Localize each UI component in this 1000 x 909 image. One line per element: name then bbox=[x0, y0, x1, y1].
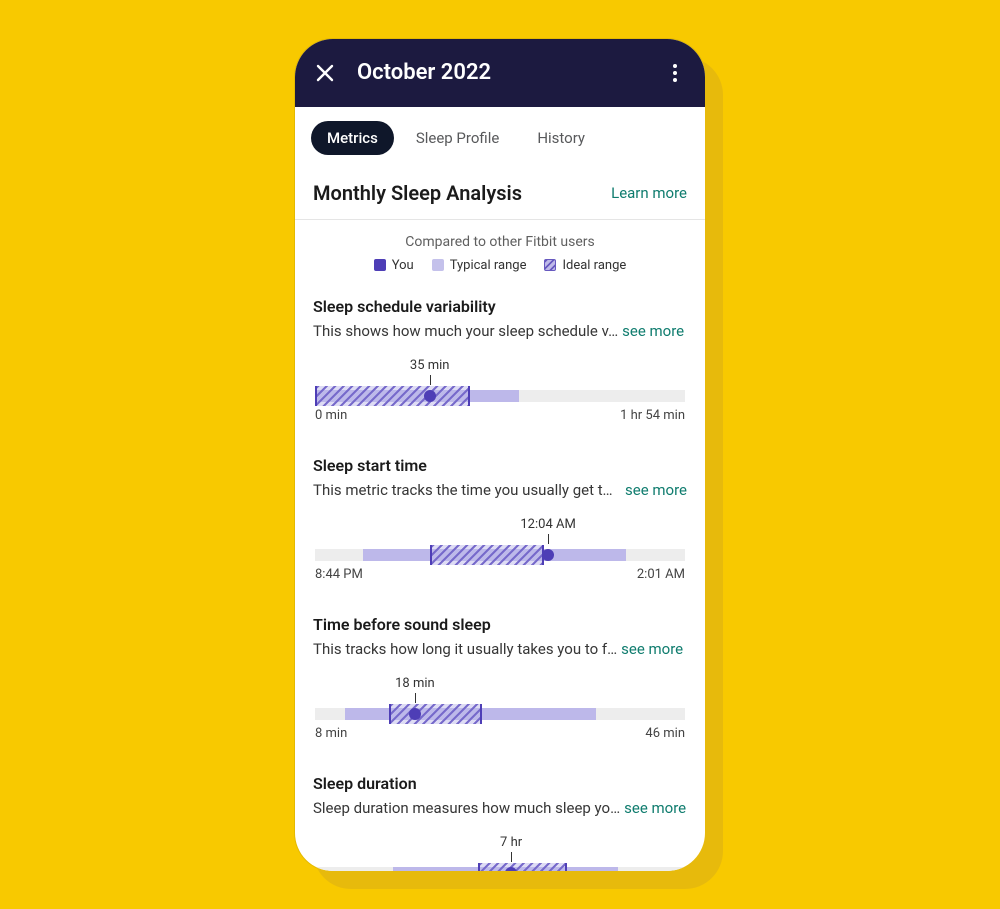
you-swatch-icon bbox=[374, 259, 386, 271]
compare-caption: Compared to other Fitbit users bbox=[313, 234, 687, 250]
legend-block: Compared to other Fitbit users You Typic… bbox=[295, 220, 705, 279]
typical-swatch-icon bbox=[432, 259, 444, 271]
tab-history[interactable]: History bbox=[521, 121, 601, 155]
close-icon[interactable] bbox=[313, 61, 337, 85]
metric-desc: This tracks how long it usually takes yo… bbox=[313, 640, 687, 658]
see-more-link[interactable]: see more bbox=[621, 640, 683, 658]
metric-chart: 7 hr bbox=[315, 835, 685, 871]
ideal-swatch-icon bbox=[544, 259, 556, 271]
ideal-range-bar bbox=[315, 386, 470, 406]
ideal-range-bar bbox=[478, 863, 567, 871]
ideal-range-bar bbox=[389, 704, 482, 724]
you-tick-icon bbox=[548, 534, 549, 544]
you-tick-icon bbox=[430, 375, 431, 385]
metric-time-before-sound-sleep: Time before sound sleep This tracks how … bbox=[295, 597, 705, 756]
phone-frame: October 2022 Metrics Sleep Profile Histo… bbox=[295, 39, 705, 871]
metric-chart: 12:04 AM 8:44 PM 2:01 AM bbox=[315, 517, 685, 589]
metric-chart: 35 min 0 min 1 hr 54 min bbox=[315, 358, 685, 430]
ideal-range-bar bbox=[430, 545, 545, 565]
axis-max: 46 min bbox=[645, 726, 685, 741]
metric-title: Sleep duration bbox=[313, 774, 687, 793]
metric-desc: This metric tracks the time you usually … bbox=[313, 481, 687, 499]
legend-you: You bbox=[374, 258, 414, 273]
axis-labels: 0 min 1 hr 54 min bbox=[315, 408, 685, 423]
metric-sleep-start-time: Sleep start time This metric tracks the … bbox=[295, 438, 705, 597]
axis-labels: 8:44 PM 2:01 AM bbox=[315, 567, 685, 582]
you-tick-icon bbox=[511, 852, 512, 862]
legend-typical: Typical range bbox=[432, 258, 527, 273]
you-value-label: 12:04 AM bbox=[520, 517, 575, 532]
axis-min: 0 min bbox=[315, 408, 347, 423]
you-value-label: 35 min bbox=[410, 358, 450, 373]
legend: You Typical range Ideal range bbox=[313, 258, 687, 273]
page-title: October 2022 bbox=[357, 60, 491, 85]
metric-desc: This shows how much your sleep schedule … bbox=[313, 322, 687, 340]
metric-desc: Sleep duration measures how much sleep y… bbox=[313, 799, 687, 817]
you-value-label: 7 hr bbox=[500, 835, 522, 850]
axis-max: 1 hr 54 min bbox=[620, 408, 685, 423]
see-more-link[interactable]: see more bbox=[624, 799, 686, 817]
you-tick-icon bbox=[415, 693, 416, 703]
tab-metrics[interactable]: Metrics bbox=[311, 121, 394, 155]
app-bar: October 2022 bbox=[295, 39, 705, 107]
tab-bar: Metrics Sleep Profile History bbox=[295, 107, 705, 165]
you-dot-icon bbox=[542, 549, 554, 561]
metric-sleep-duration: Sleep duration Sleep duration measures h… bbox=[295, 756, 705, 871]
legend-ideal: Ideal range bbox=[544, 258, 626, 273]
metric-sleep-schedule-variability: Sleep schedule variability This shows ho… bbox=[295, 279, 705, 438]
metric-chart: 18 min 8 min 46 min bbox=[315, 676, 685, 748]
more-icon[interactable] bbox=[663, 64, 687, 82]
axis-min: 8 min bbox=[315, 726, 347, 741]
axis-max: 2:01 AM bbox=[637, 567, 685, 582]
you-value-label: 18 min bbox=[395, 676, 435, 691]
section-title: Monthly Sleep Analysis bbox=[313, 181, 522, 205]
you-dot-icon bbox=[409, 708, 421, 720]
axis-labels: 8 min 46 min bbox=[315, 726, 685, 741]
learn-more-link[interactable]: Learn more bbox=[611, 184, 687, 202]
metric-title: Sleep start time bbox=[313, 456, 687, 475]
see-more-link[interactable]: see more bbox=[622, 322, 684, 340]
see-more-link[interactable]: see more bbox=[625, 481, 687, 499]
tab-sleep-profile[interactable]: Sleep Profile bbox=[400, 121, 515, 155]
metric-title: Sleep schedule variability bbox=[313, 297, 687, 316]
section-header: Monthly Sleep Analysis Learn more bbox=[295, 165, 705, 220]
metric-title: Time before sound sleep bbox=[313, 615, 687, 634]
you-dot-icon bbox=[424, 390, 436, 402]
axis-min: 8:44 PM bbox=[315, 567, 363, 582]
